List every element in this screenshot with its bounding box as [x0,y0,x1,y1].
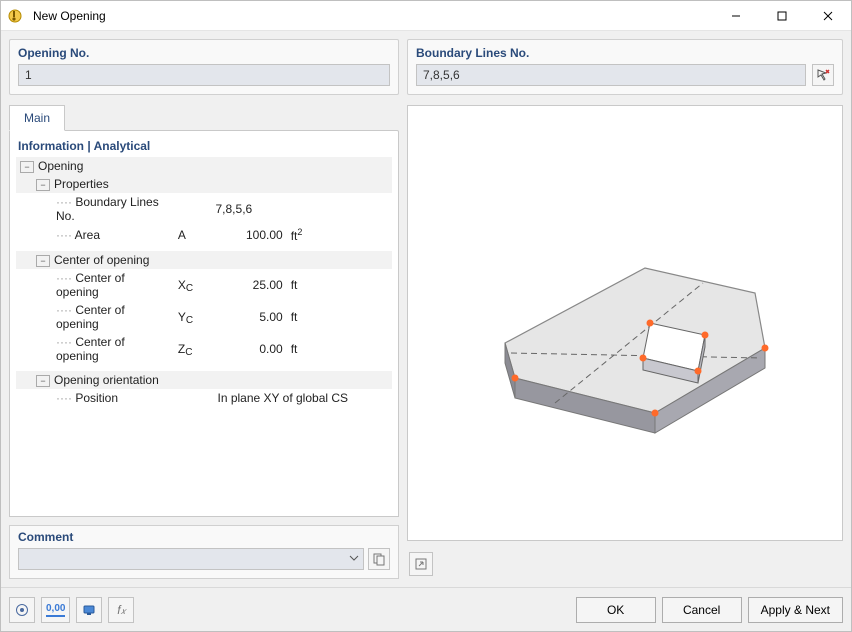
comment-block: Comment [9,525,399,579]
opening-no-block: Opening No. 1 [9,39,399,95]
dialog-body: Opening No. 1 Boundary Lines No. 7,8,5,6 [1,31,851,587]
group-orientation: Opening orientation [54,373,159,387]
tab-main[interactable]: Main [9,105,65,131]
prop-position-value: In plane XY of global CS [212,389,393,407]
titlebar: New Opening [1,1,851,31]
prop-area-label: Area [75,228,100,242]
opening-no-input[interactable]: 1 [18,64,390,86]
expand-preview-button[interactable] [409,552,433,576]
properties-tree: −Opening −Properties ···· Boundary Lines… [16,157,392,510]
ok-button[interactable]: OK [576,597,656,623]
boundary-lines-label: Boundary Lines No. [416,46,834,60]
group-properties: Properties [54,177,109,191]
prop-boundary-value[interactable]: 7,8,5,6 [212,193,287,225]
collapse-toggle[interactable]: − [36,179,50,191]
prop-area-value: 100.00 [212,225,287,245]
group-center: Center of opening [54,253,149,267]
app-icon [1,8,29,24]
boundary-lines-input[interactable]: 7,8,5,6 [416,64,806,86]
dialog-footer: 0,00 f𝑥 OK Cancel Apply & Next [1,587,851,631]
collapse-toggle[interactable]: − [36,375,50,387]
cancel-button[interactable]: Cancel [662,597,742,623]
units-button[interactable]: 0,00 [41,597,70,623]
group-opening: Opening [38,159,83,173]
maximize-button[interactable] [759,1,805,31]
collapse-toggle[interactable]: − [36,255,50,267]
copy-comment-button[interactable] [368,548,390,570]
comment-input[interactable] [18,548,364,570]
dialog-new-opening: New Opening Opening No. 1 Boundary Lines… [0,0,852,632]
window-title: New Opening [29,9,713,23]
comment-label: Comment [18,530,390,544]
prop-area-symbol: A [174,225,212,245]
boundary-lines-block: Boundary Lines No. 7,8,5,6 [407,39,843,95]
help-button[interactable] [9,597,35,623]
opening-no-label: Opening No. [18,46,390,60]
panel-heading: Information | Analytical [16,137,392,157]
main-panel: Information | Analytical −Opening −Prope… [9,130,399,517]
close-button[interactable] [805,1,851,31]
chevron-down-icon[interactable] [349,552,359,566]
select-lines-button[interactable] [812,64,834,86]
apply-next-button[interactable]: Apply & Next [748,597,843,623]
collapse-toggle[interactable]: − [20,161,34,173]
function-button[interactable]: f𝑥 [108,597,134,623]
minimize-button[interactable] [713,1,759,31]
display-button[interactable] [76,597,102,623]
preview-3d[interactable] [407,105,843,541]
